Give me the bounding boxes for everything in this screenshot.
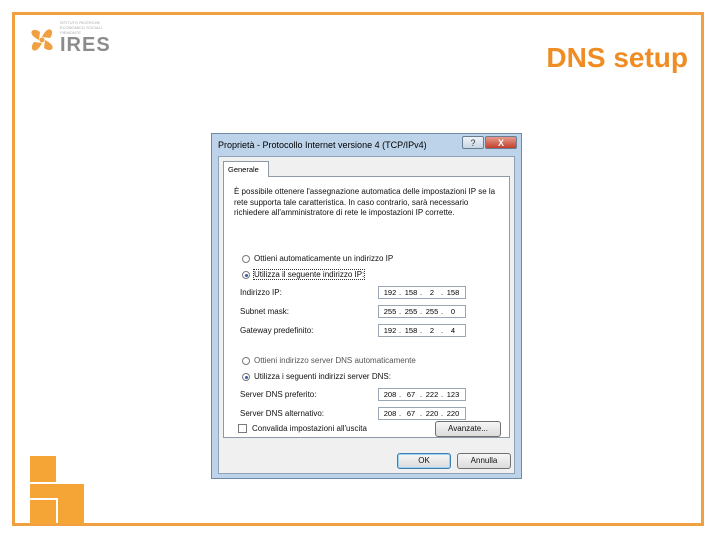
ip-field-label: Gateway predefinito: (240, 326, 314, 335)
dialog-body: Generale È possibile ottenere l'assegnaz… (218, 156, 515, 474)
orange-corner-decoration (30, 456, 84, 524)
octet: 255 (404, 307, 418, 316)
octet: 158 (446, 288, 460, 297)
ip-field-input[interactable]: 255. 255. 255. 0 (378, 305, 466, 318)
dns-field-label: Server DNS alternativo: (240, 409, 325, 418)
octet: 255 (425, 307, 439, 316)
octet: 220 (446, 409, 460, 418)
octet: 0 (450, 307, 456, 316)
ip-field-label: Indirizzo IP: (240, 288, 282, 297)
dns-field-input[interactable]: 208. 67. 220. 220 (378, 407, 466, 420)
octet: 67 (406, 390, 416, 399)
advanced-button[interactable]: Avanzate... (435, 421, 501, 437)
octet: 123 (446, 390, 460, 399)
ip-field-input[interactable]: 192. 158. 2. 158 (378, 286, 466, 299)
octet: 158 (404, 288, 418, 297)
ip-manual-label: Utilizza il seguente indirizzo IP: (252, 269, 366, 280)
octet: 208 (383, 409, 397, 418)
dns-field-label: Server DNS preferito: (240, 390, 317, 399)
octet: 2 (429, 326, 435, 335)
close-button[interactable]: X (485, 136, 517, 149)
ip-field-input[interactable]: 192. 158. 2. 4 (378, 324, 466, 337)
cancel-button[interactable]: Annulla (457, 453, 511, 469)
description-text: È possibile ottenere l'assegnazione auto… (234, 187, 496, 217)
octet: 192 (383, 288, 397, 297)
general-panel: È possibile ottenere l'assegnazione auto… (223, 176, 510, 438)
dialog-titlebar[interactable]: Proprietà - Protocollo Internet versione… (212, 134, 521, 156)
dns-auto-radio[interactable] (242, 357, 250, 365)
logo-text: IRES (60, 34, 111, 56)
ip-auto-radio[interactable] (242, 255, 250, 263)
octet: 67 (406, 409, 416, 418)
tcpip-properties-dialog: Proprietà - Protocollo Internet versione… (211, 133, 522, 479)
dialog-title: Proprietà - Protocollo Internet versione… (218, 140, 427, 150)
slide-title: DNS setup (546, 42, 688, 73)
octet: 2 (429, 288, 435, 297)
octet: 192 (383, 326, 397, 335)
dns-manual-label: Utilizza i seguenti indirizzi server DNS… (254, 372, 391, 381)
octet: 222 (425, 390, 439, 399)
octet: 220 (425, 409, 439, 418)
octet: 4 (450, 326, 456, 335)
octet: 255 (383, 307, 397, 316)
ip-manual-radio[interactable] (242, 271, 250, 279)
validate-checkbox[interactable] (238, 424, 247, 433)
validate-label: Convalida impostazioni all'uscita (252, 424, 367, 433)
dns-auto-label: Ottieni indirizzo server DNS automaticam… (254, 356, 416, 365)
ip-field-label: Subnet mask: (240, 307, 289, 316)
ip-auto-label: Ottieni automaticamente un indirizzo IP (254, 254, 394, 263)
logo-subtitle: ISTITUTO RICERCHE ECONOMICO SOCIALI PIEM… (60, 20, 103, 35)
dns-field-input[interactable]: 208. 67. 222. 123 (378, 388, 466, 401)
dns-manual-radio[interactable] (242, 373, 250, 381)
tab-generale[interactable]: Generale (223, 161, 269, 177)
octet: 208 (383, 390, 397, 399)
ok-button[interactable]: OK (397, 453, 451, 469)
help-button[interactable]: ? (462, 136, 484, 149)
octet: 158 (404, 326, 418, 335)
